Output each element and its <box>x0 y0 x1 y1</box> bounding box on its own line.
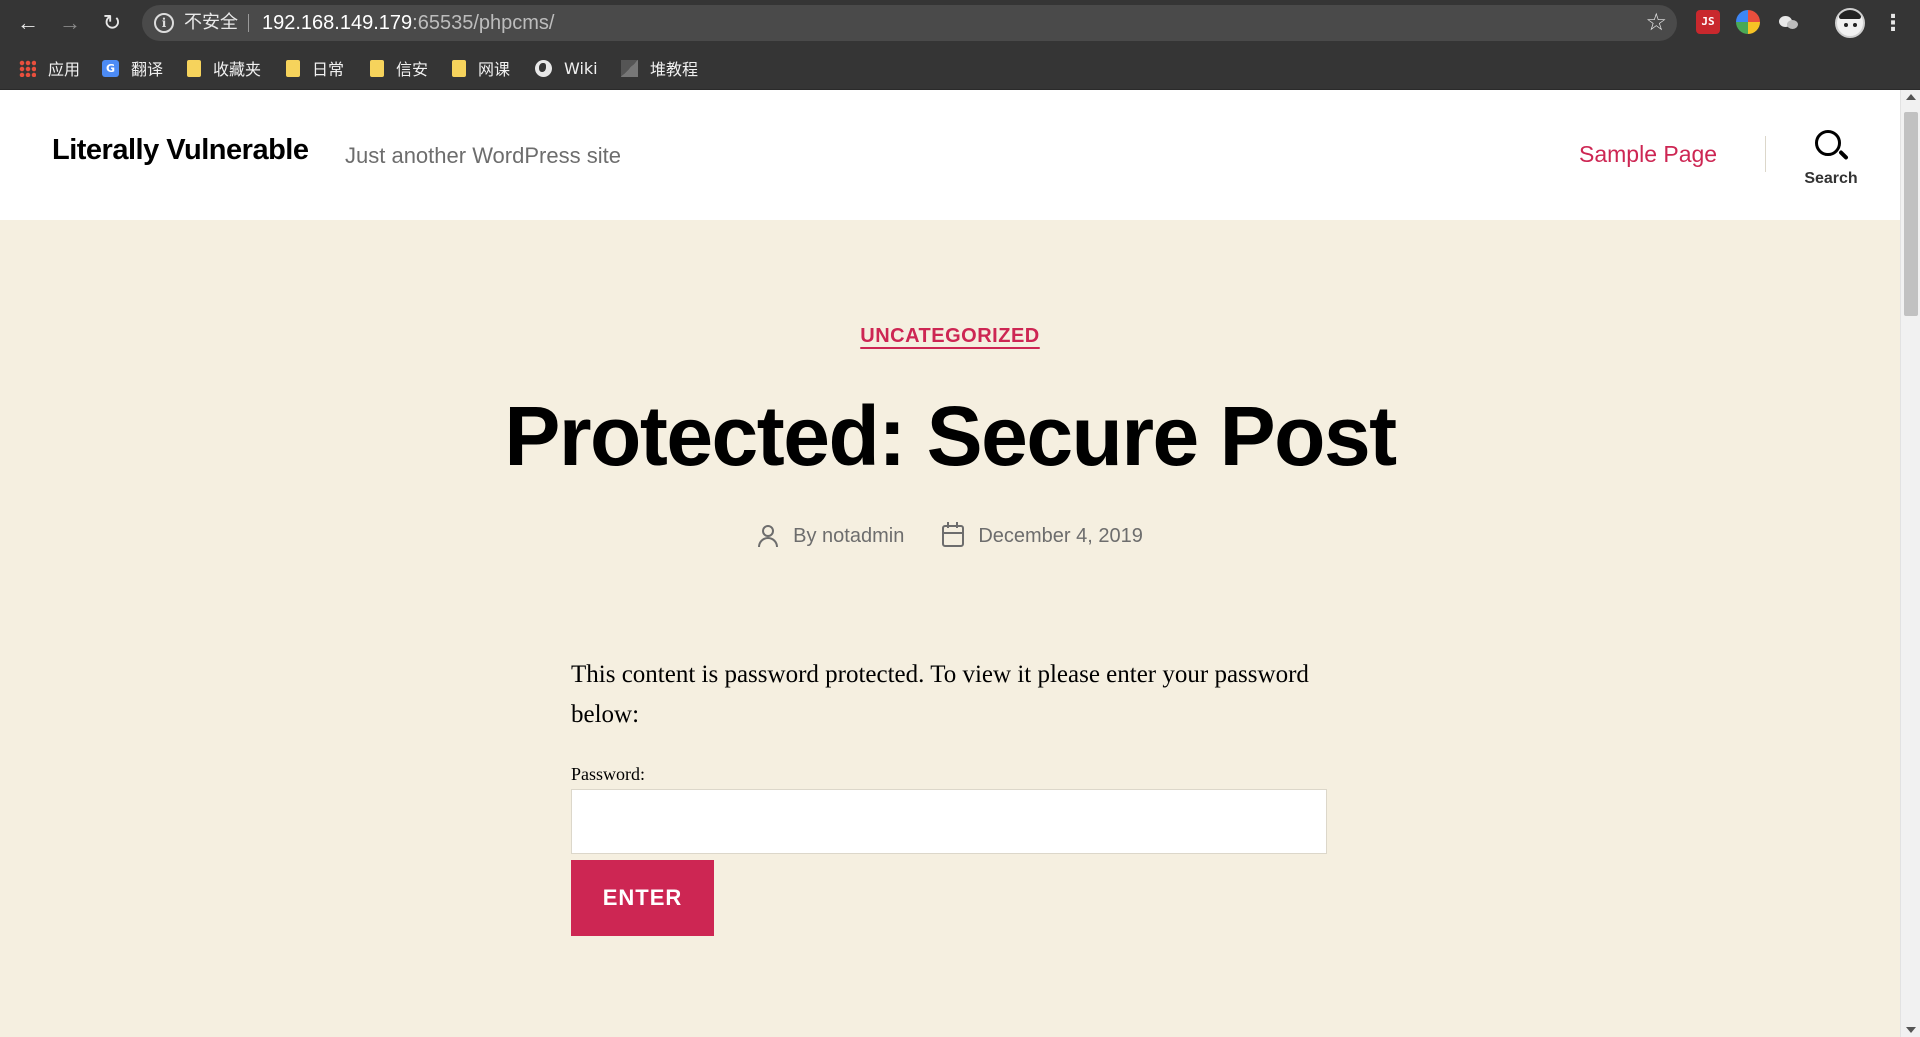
bookmark-daily[interactable]: 日常 <box>286 56 344 80</box>
post-category: UNCATEGORIZED <box>0 325 1900 348</box>
page-scrollbar[interactable] <box>1900 90 1920 1037</box>
folder-icon <box>452 59 466 77</box>
scrollbar-thumb[interactable] <box>1904 112 1918 316</box>
insecure-label[interactable]: 不安全 <box>184 13 238 33</box>
bookmark-label: 网课 <box>478 60 511 79</box>
site-header: Literally Vulnerable Just another WordPr… <box>0 90 1900 220</box>
enter-button[interactable]: ENTER <box>571 860 714 936</box>
browser-menu-icon[interactable]: ⋮ <box>1882 10 1904 36</box>
forward-icon[interactable]: → <box>56 9 84 37</box>
bookmark-star-icon[interactable]: ☆ <box>1645 8 1667 38</box>
bookmark-label: 应用 <box>48 60 81 79</box>
site-description: Just another WordPress site <box>345 143 621 168</box>
bookmark-label: 堆教程 <box>650 60 699 79</box>
post-date: December 4, 2019 <box>942 522 1143 548</box>
bookmark-favorites[interactable]: 收藏夹 <box>187 56 261 80</box>
chat-extension-icon[interactable] <box>1777 10 1801 34</box>
js-extension-icon[interactable]: JS <box>1696 10 1720 34</box>
user-icon <box>757 524 779 548</box>
bookmark-label: 信安 <box>396 60 429 79</box>
folder-icon <box>370 59 384 77</box>
bookmark-label: 日常 <box>312 60 345 79</box>
url-path: :65535/phpcms/ <box>412 12 555 34</box>
password-input[interactable] <box>571 789 1327 854</box>
author-link[interactable]: By notadmin <box>793 525 904 548</box>
tutorial-icon <box>621 59 638 77</box>
post-content: This content is password protected. To v… <box>571 655 1331 936</box>
password-label: Password: <box>571 764 646 784</box>
translate-icon: G <box>102 59 119 77</box>
url-host: 192.168.149.179 <box>262 12 413 34</box>
omnibox-divider <box>248 14 249 32</box>
scroll-down-arrow-icon[interactable] <box>1906 1027 1916 1033</box>
url-text[interactable]: 192.168.149.179:65535/phpcms/ <box>262 12 554 34</box>
search-icon-handle <box>1838 149 1849 161</box>
post-meta: By notadmin December 4, 2019 <box>0 522 1900 548</box>
password-protected-notice: This content is password protected. To v… <box>571 661 1309 728</box>
site-info-icon[interactable]: i <box>154 13 174 33</box>
bookmark-wiki[interactable]: Wiki <box>535 56 598 80</box>
folder-icon <box>187 59 201 77</box>
header-divider <box>1765 136 1766 172</box>
bookmark-heap-tutorial[interactable]: 堆教程 <box>621 56 698 80</box>
scroll-up-arrow-icon[interactable] <box>1906 94 1916 100</box>
date-link[interactable]: December 4, 2019 <box>978 525 1143 548</box>
apps-icon <box>19 59 36 77</box>
calendar-icon <box>942 522 965 547</box>
search-icon <box>1815 130 1841 156</box>
bookmark-courses[interactable]: 网课 <box>452 56 510 80</box>
browser-toolbar: ← → ↻ i 不安全 192.168.149.179:65535/phpcms… <box>0 0 1920 46</box>
color-extension-icon[interactable] <box>1736 10 1760 34</box>
bookmarks-bar: 应用 G 翻译 收藏夹 日常 信安 网课 Wiki 堆教程 <box>0 46 1920 90</box>
reload-icon[interactable]: ↻ <box>98 9 126 37</box>
globe-icon <box>535 59 552 77</box>
post-title: Protected: Secure Post <box>504 389 1397 483</box>
bookmark-label: Wiki <box>564 58 598 78</box>
post-author: By notadmin <box>757 524 904 548</box>
back-icon[interactable]: ← <box>14 9 42 37</box>
site-title[interactable]: Literally Vulnerable <box>52 134 309 167</box>
search-toggle-button[interactable]: Search <box>1795 128 1867 198</box>
address-bar[interactable]: i 不安全 192.168.149.179:65535/phpcms/ ☆ <box>142 5 1677 41</box>
bookmark-label: 收藏夹 <box>213 60 262 79</box>
folder-icon <box>286 59 300 77</box>
nav-sample-page[interactable]: Sample Page <box>1579 141 1717 168</box>
search-label: Search <box>1804 170 1858 187</box>
bookmark-apps[interactable]: 应用 <box>19 56 80 80</box>
profile-avatar-icon[interactable] <box>1835 8 1865 38</box>
bookmark-translate[interactable]: G 翻译 <box>102 56 163 80</box>
category-link[interactable]: UNCATEGORIZED <box>860 325 1039 347</box>
bookmark-label: 翻译 <box>131 60 164 79</box>
bookmark-infosec[interactable]: 信安 <box>370 56 428 80</box>
